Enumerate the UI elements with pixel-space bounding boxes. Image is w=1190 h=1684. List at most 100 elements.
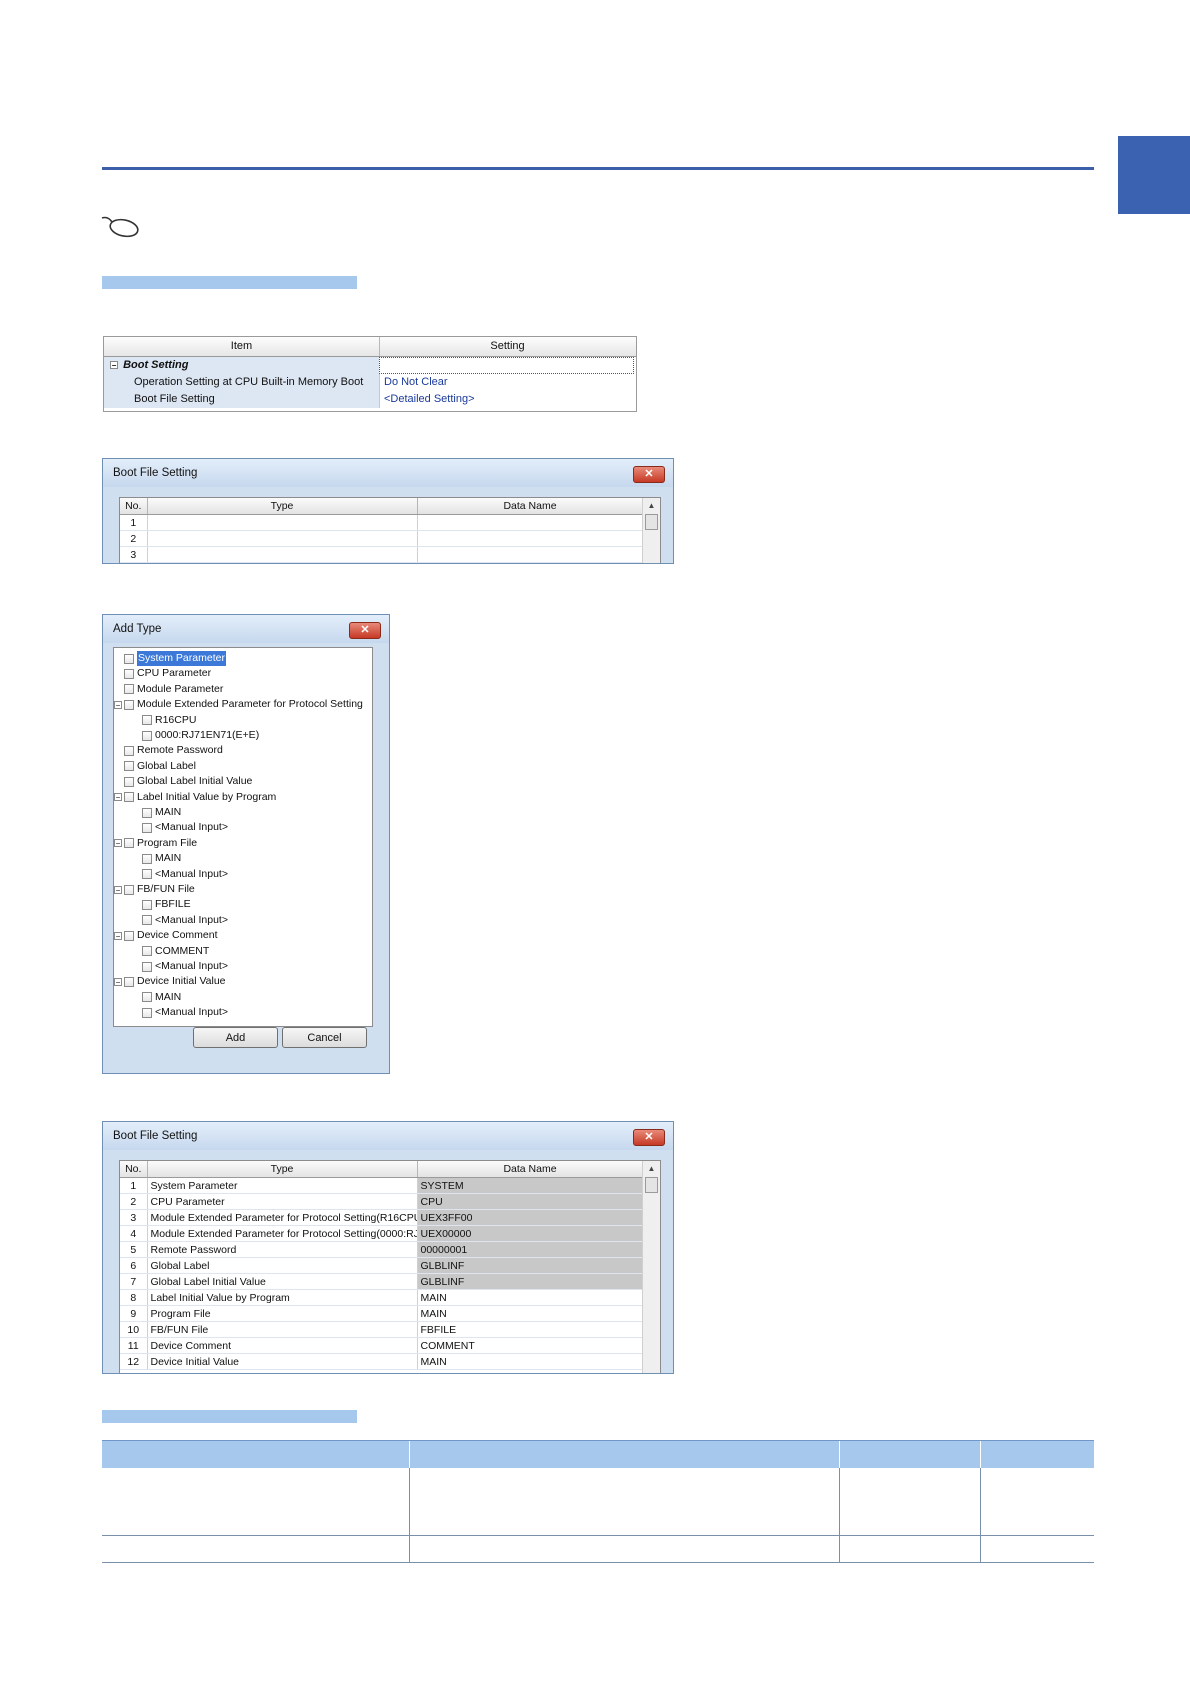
table-row[interactable]: 4 Module Extended Parameter for Protocol …: [120, 1225, 644, 1242]
boot-setting-value[interactable]: [379, 357, 634, 374]
table-row[interactable]: 3: [120, 546, 644, 563]
checkbox[interactable]: [124, 684, 134, 695]
vertical-scrollbar[interactable]: ▲: [642, 1161, 660, 1373]
tree-item[interactable]: MAIN: [142, 805, 181, 820]
checkbox[interactable]: [124, 745, 134, 756]
tree-item[interactable]: R16CPU: [142, 713, 196, 728]
tree-item[interactable]: <Manual Input>: [142, 820, 228, 835]
checkbox[interactable]: [142, 869, 152, 880]
cell-no: 5: [120, 1241, 148, 1258]
tree-item[interactable]: − Module Extended Parameter for Protocol …: [114, 697, 363, 712]
cell-data: 00000001: [417, 1241, 644, 1258]
table-row[interactable]: 2 CPU Parameter CPU: [120, 1193, 644, 1210]
table-row[interactable]: 2: [120, 530, 644, 547]
tree-item[interactable]: − Device Comment: [114, 928, 218, 943]
table-row[interactable]: 5 Remote Password 00000001: [120, 1241, 644, 1258]
checkbox[interactable]: [142, 730, 152, 741]
cell-type: Device Comment: [147, 1337, 418, 1354]
checkbox[interactable]: [142, 1007, 152, 1018]
tree-item[interactable]: MAIN: [142, 990, 181, 1005]
tree-item-label: <Manual Input>: [155, 913, 228, 926]
checkbox[interactable]: [142, 715, 152, 726]
checkbox[interactable]: [142, 992, 152, 1003]
table-row[interactable]: 3 Module Extended Parameter for Protocol …: [120, 1209, 644, 1226]
operation-setting-value[interactable]: Do Not Clear: [379, 374, 634, 391]
collapse-icon[interactable]: −: [114, 977, 122, 986]
tree-item-label: R16CPU: [155, 713, 197, 726]
close-icon[interactable]: ✕: [633, 466, 665, 483]
table-row[interactable]: 11 Device Comment COMMENT: [120, 1337, 644, 1354]
scroll-thumb[interactable]: [645, 1177, 658, 1193]
collapse-icon[interactable]: −: [114, 885, 122, 894]
tree-item-label: MAIN: [155, 852, 182, 865]
collapse-icon[interactable]: −: [114, 839, 122, 848]
boot-file-setting-value[interactable]: <Detailed Setting>: [379, 391, 634, 408]
checkbox[interactable]: [142, 946, 152, 957]
table-row[interactable]: 9 Program File MAIN: [120, 1305, 644, 1322]
tree-item[interactable]: <Manual Input>: [142, 867, 228, 882]
checkbox[interactable]: [124, 792, 134, 803]
collapse-icon[interactable]: −: [114, 793, 122, 802]
section-rule: [102, 167, 1094, 170]
scroll-up-icon[interactable]: ▲: [643, 498, 660, 514]
table-row[interactable]: 10 FB/FUN File FBFILE: [120, 1321, 644, 1338]
tree-item[interactable]: − Program File: [114, 836, 197, 851]
close-icon[interactable]: ✕: [349, 622, 381, 639]
col-data-name: Data Name: [417, 498, 644, 515]
tree-item[interactable]: FBFILE: [142, 897, 191, 912]
table-row[interactable]: 8 Label Initial Value by Program MAIN: [120, 1289, 644, 1306]
tree-item[interactable]: Module Parameter: [124, 682, 223, 697]
close-icon[interactable]: ✕: [633, 1129, 665, 1146]
tree-item[interactable]: − Device Initial Value: [114, 974, 226, 989]
checkbox[interactable]: [124, 976, 134, 987]
tree-item[interactable]: Global Label: [124, 759, 196, 774]
vertical-scrollbar[interactable]: ▲: [642, 498, 660, 563]
collapse-icon[interactable]: −: [110, 361, 118, 370]
tree-item[interactable]: Global Label Initial Value: [124, 774, 252, 789]
section-bar-restrictions: [102, 1410, 357, 1423]
grid-row-boot-file-setting[interactable]: Boot File Setting <Detailed Setting>: [104, 391, 636, 408]
tree-item[interactable]: COMMENT: [142, 944, 209, 959]
tree-item[interactable]: <Manual Input>: [142, 959, 228, 974]
add-button[interactable]: Add: [193, 1027, 278, 1048]
collapse-icon[interactable]: −: [114, 931, 122, 940]
checkbox[interactable]: [142, 853, 152, 864]
checkbox[interactable]: [124, 776, 134, 787]
checkbox[interactable]: [124, 930, 134, 941]
checkbox[interactable]: [124, 884, 134, 895]
tree-item[interactable]: System Parameter: [124, 651, 226, 666]
checkbox[interactable]: [124, 699, 134, 710]
grid-row-boot-setting[interactable]: − Boot Setting: [104, 357, 636, 374]
tree-item[interactable]: MAIN: [142, 851, 181, 866]
checkbox[interactable]: [142, 961, 152, 972]
table-row[interactable]: 7 Global Label Initial Value GLBLINF: [120, 1273, 644, 1290]
header-setting: Setting: [490, 340, 525, 352]
table-row[interactable]: 6 Global Label GLBLINF: [120, 1257, 644, 1274]
scroll-up-icon[interactable]: ▲: [643, 1161, 660, 1177]
checkbox[interactable]: [142, 807, 152, 818]
scroll-thumb[interactable]: [645, 514, 658, 530]
tree-item[interactable]: − FB/FUN File: [114, 882, 195, 897]
bottom-table: [102, 1440, 1094, 1563]
table-row[interactable]: 12 Device Initial Value MAIN: [120, 1353, 644, 1370]
checkbox[interactable]: [142, 899, 152, 910]
checkbox[interactable]: [124, 838, 134, 849]
window-title: Boot File Setting: [113, 467, 198, 479]
tree-item[interactable]: <Manual Input>: [142, 1005, 228, 1020]
grid-row-operation-setting[interactable]: Operation Setting at CPU Built-in Memory…: [104, 374, 636, 391]
cancel-button[interactable]: Cancel: [282, 1027, 367, 1048]
checkbox[interactable]: [142, 915, 152, 926]
checkbox[interactable]: [124, 668, 134, 679]
checkbox[interactable]: [142, 822, 152, 833]
tree-item[interactable]: CPU Parameter: [124, 666, 211, 681]
col-data-name: Data Name: [417, 1161, 644, 1178]
checkbox[interactable]: [124, 653, 134, 664]
table-row[interactable]: 1 System Parameter SYSTEM: [120, 1177, 644, 1194]
tree-item[interactable]: <Manual Input>: [142, 913, 228, 928]
tree-item[interactable]: Remote Password: [124, 743, 223, 758]
checkbox[interactable]: [124, 761, 134, 772]
tree-item[interactable]: 0000:RJ71EN71(E+E): [142, 728, 259, 743]
collapse-icon[interactable]: −: [114, 700, 122, 709]
table-row[interactable]: 1: [120, 514, 644, 531]
tree-item[interactable]: − Label Initial Value by Program: [114, 790, 276, 805]
